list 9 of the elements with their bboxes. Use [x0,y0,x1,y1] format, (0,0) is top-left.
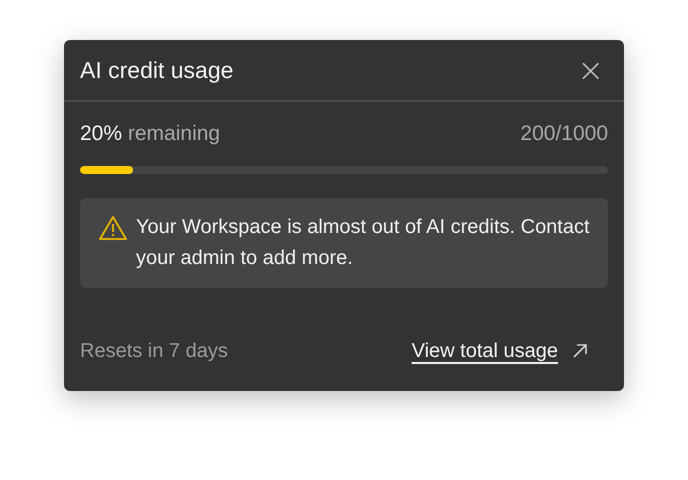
warning-icon [98,214,128,242]
view-usage-link[interactable]: View total usage [412,340,558,362]
usage-count: 200/1000 [520,122,608,146]
reset-info: Resets in 7 days [80,340,228,362]
close-button[interactable]: × [573,54,608,86]
remaining-label: 20% remaining [80,122,220,146]
dialog-title: AI credit usage [80,56,234,84]
external-arrow-icon [572,343,588,359]
warning-text: Your Workspace is almost out of AI credits. Contact your admin to add more. [136,215,590,271]
